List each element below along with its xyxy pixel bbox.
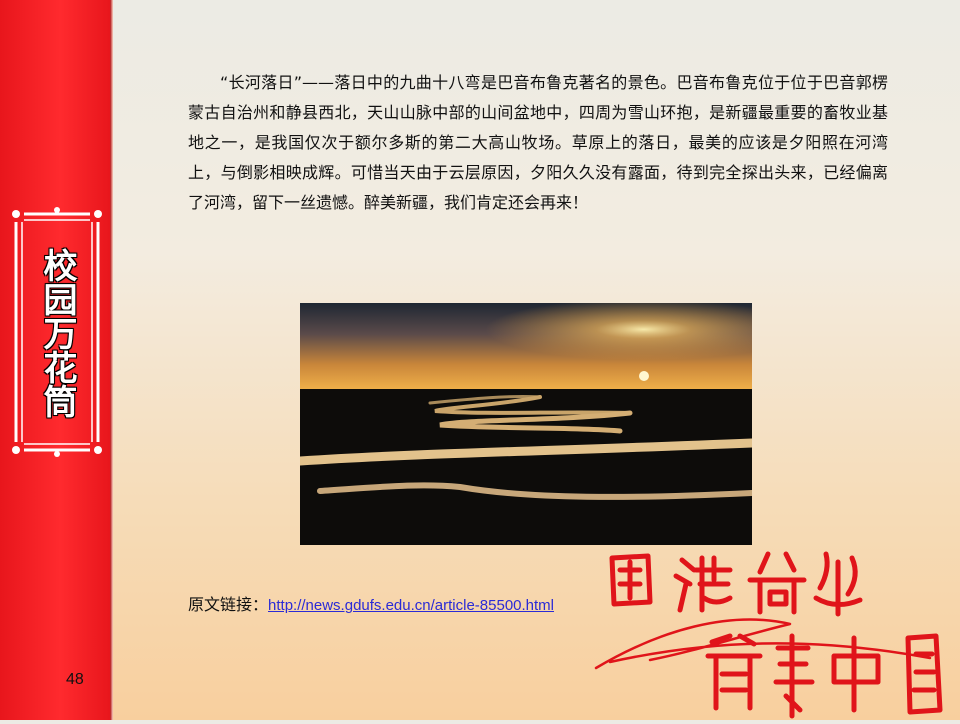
source-link[interactable]: http://news.gdufs.edu.cn/article-85500.h…	[268, 597, 554, 614]
page-number: 48	[66, 671, 84, 688]
source-label: 原文链接：	[188, 595, 269, 614]
title-frame: 校园万花筒	[10, 206, 104, 458]
sunset-river-photo	[300, 303, 752, 545]
section-title: 校园万花筒	[37, 248, 77, 418]
calligraphy-seal-logo	[590, 540, 960, 720]
sidebar-edge	[110, 0, 113, 720]
source-line: 原文链接：http://news.gdufs.edu.cn/article-85…	[188, 592, 588, 619]
article-paragraph: “长河落日”——落日中的九曲十八弯是巴音布鲁克著名的景色。巴音布鲁克位于位于巴音…	[188, 73, 888, 212]
